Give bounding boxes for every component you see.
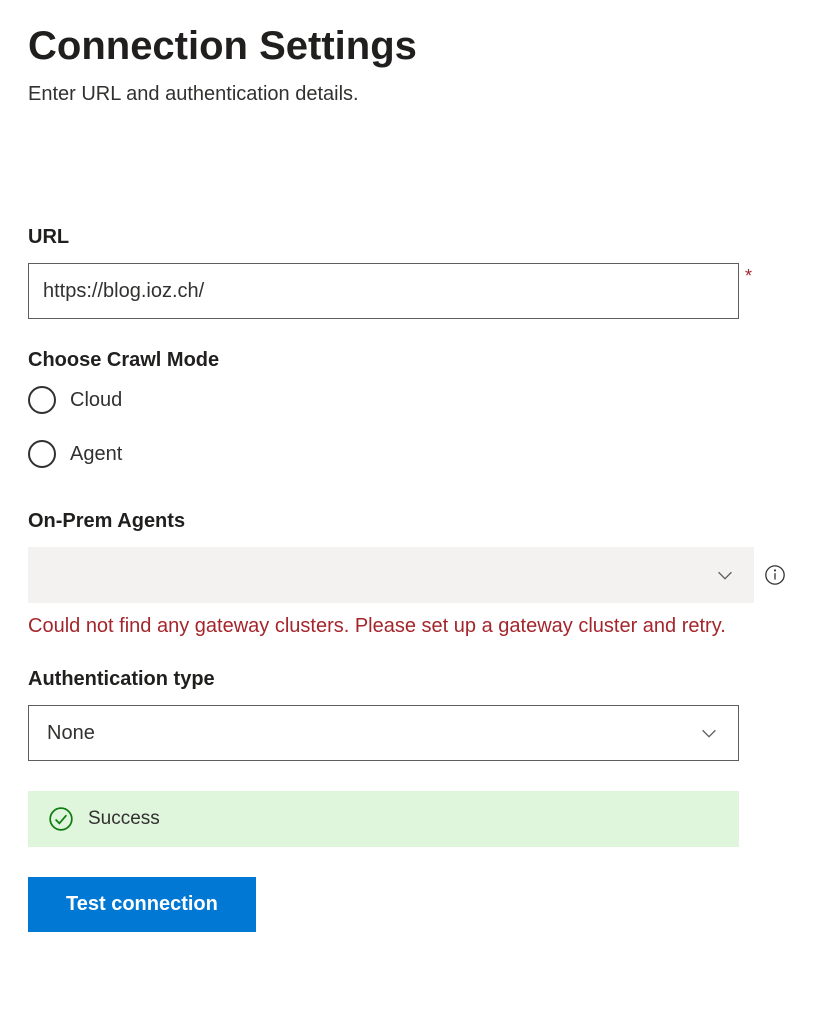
- required-indicator: *: [745, 267, 752, 285]
- radio-label-agent: Agent: [70, 443, 122, 466]
- page-title: Connection Settings: [28, 24, 786, 69]
- crawl-mode-group: Cloud Agent: [28, 386, 786, 468]
- radio-icon: [28, 386, 56, 414]
- auth-type-label: Authentication type: [28, 668, 786, 691]
- status-text: Success: [88, 808, 160, 830]
- chevron-down-icon: [714, 564, 736, 586]
- onprem-select[interactable]: [28, 547, 754, 603]
- page-subtitle: Enter URL and authentication details.: [28, 83, 786, 106]
- auth-type-select[interactable]: None: [28, 705, 739, 761]
- crawl-mode-cloud[interactable]: Cloud: [28, 386, 786, 414]
- status-banner: Success: [28, 791, 739, 847]
- onprem-info-icon[interactable]: [764, 564, 786, 586]
- chevron-down-icon: [698, 722, 720, 744]
- crawl-mode-label: Choose Crawl Mode: [28, 349, 786, 372]
- onprem-label: On-Prem Agents: [28, 510, 786, 533]
- test-connection-button[interactable]: Test connection: [28, 877, 256, 932]
- url-input[interactable]: [28, 263, 739, 319]
- radio-label-cloud: Cloud: [70, 389, 122, 412]
- auth-type-value: None: [47, 722, 95, 745]
- url-label: URL: [28, 226, 786, 249]
- radio-icon: [28, 440, 56, 468]
- success-check-icon: [48, 806, 74, 832]
- crawl-mode-agent[interactable]: Agent: [28, 440, 786, 468]
- onprem-error: Could not find any gateway clusters. Ple…: [28, 615, 786, 638]
